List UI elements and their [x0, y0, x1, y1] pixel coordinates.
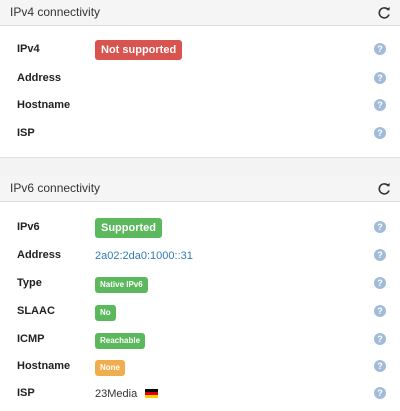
- ipv4-row: IPv4 Not supported ?: [0, 40, 400, 60]
- refresh-icon[interactable]: [376, 5, 392, 21]
- ipv6-row: IPv6 Supported ?: [0, 218, 400, 238]
- ipv6-panel-title: IPv6 connectivity: [10, 181, 101, 195]
- help-icon[interactable]: ?: [374, 277, 386, 289]
- ipv4-isp-row: ISP ?: [0, 124, 400, 144]
- ipv6-panel: IPv6 connectivity IPv6 Supported ? Addre…: [0, 176, 400, 411]
- ipv6-label: IPv6: [17, 221, 40, 233]
- ipv4-panel: IPv4 connectivity IPv4 Not supported ? A…: [0, 0, 400, 158]
- ipv6-address-link[interactable]: 2a02:2da0:1000::31: [95, 250, 193, 262]
- ipv4-panel-title: IPv4 connectivity: [10, 5, 101, 19]
- ipv6-type-label: Type: [17, 277, 42, 289]
- ipv6-isp-name: 23Media: [95, 388, 138, 400]
- ipv4-label: IPv4: [17, 43, 40, 55]
- help-icon[interactable]: ?: [374, 43, 386, 55]
- ipv6-slaac-row: SLAAC No ?: [0, 302, 400, 322]
- ipv4-hostname-label: Hostname: [17, 99, 71, 111]
- ipv4-isp-label: ISP: [17, 127, 35, 139]
- ipv6-address-row: Address 2a02:2da0:1000::31 ?: [0, 246, 400, 266]
- ipv6-hostname-label: Hostname: [17, 360, 71, 372]
- ipv6-type-badge: Native IPv6: [95, 277, 148, 293]
- ipv6-address-label: Address: [17, 249, 62, 261]
- help-icon[interactable]: ?: [374, 221, 386, 233]
- ipv6-slaac-label: SLAAC: [17, 305, 55, 317]
- germany-flag-icon: [144, 389, 158, 398]
- ipv6-isp-label: ISP: [17, 387, 35, 399]
- ipv6-icmp-row: ICMP Reachable ?: [0, 330, 400, 350]
- help-icon[interactable]: ?: [374, 72, 386, 84]
- ipv4-address-label: Address: [17, 72, 62, 84]
- help-icon[interactable]: ?: [374, 305, 386, 317]
- ipv6-slaac-badge: No: [95, 305, 116, 321]
- help-icon[interactable]: ?: [374, 333, 386, 345]
- ipv6-isp-row: ISP 23Media ?: [0, 384, 400, 404]
- refresh-icon[interactable]: [376, 181, 392, 197]
- ipv6-hostname-badge: None: [95, 360, 125, 376]
- ipv6-panel-header: IPv6 connectivity: [0, 176, 400, 202]
- ipv6-icmp-label: ICMP: [17, 333, 45, 345]
- help-icon[interactable]: ?: [374, 99, 386, 111]
- ipv6-hostname-row: Hostname None ?: [0, 357, 400, 377]
- ipv6-type-row: Type Native IPv6 ?: [0, 274, 400, 294]
- ipv6-status-badge: Supported: [95, 218, 162, 238]
- ipv4-panel-header: IPv4 connectivity: [0, 0, 400, 26]
- ipv4-status-badge: Not supported: [95, 40, 183, 60]
- ipv4-address-row: Address ?: [0, 69, 400, 89]
- ipv6-icmp-badge: Reachable: [95, 333, 146, 349]
- help-icon[interactable]: ?: [374, 249, 386, 261]
- help-icon[interactable]: ?: [374, 127, 386, 139]
- ipv4-hostname-row: Hostname ?: [0, 96, 400, 116]
- help-icon[interactable]: ?: [374, 387, 386, 399]
- help-icon[interactable]: ?: [374, 360, 386, 372]
